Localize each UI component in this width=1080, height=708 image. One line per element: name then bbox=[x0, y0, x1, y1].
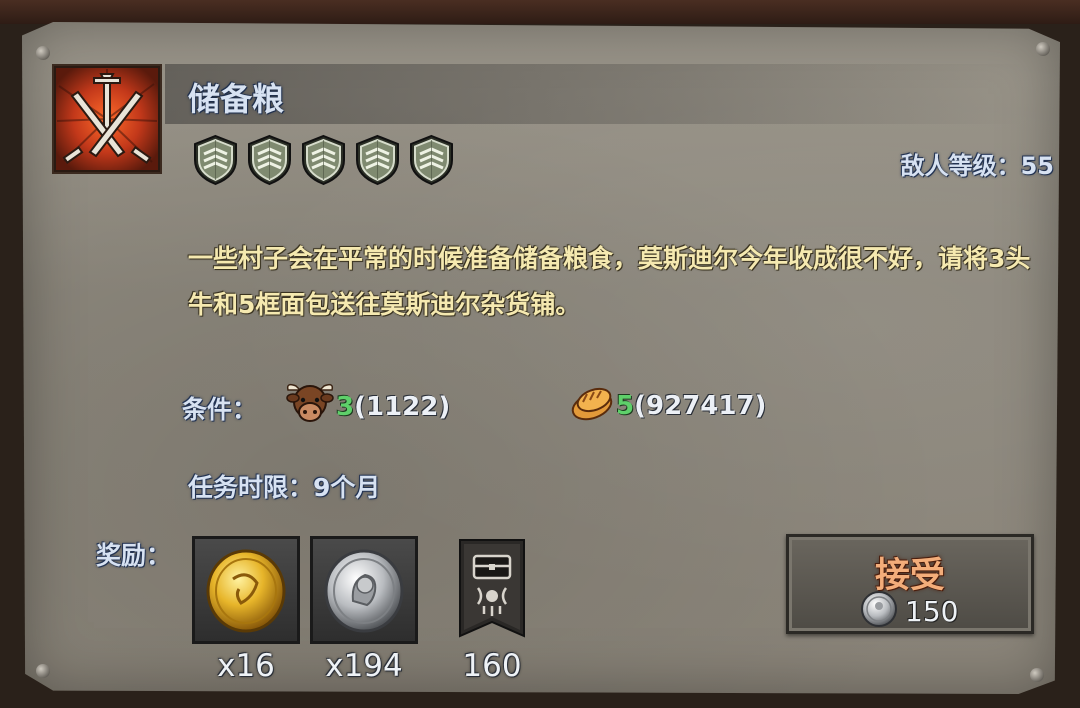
quest-description: 一些村子会在平常的时候准备储备粮食，莫斯迪尔今年收成很不好，请将3头牛和5框面包… bbox=[188, 244, 1031, 319]
condition-cow-required: 3 bbox=[336, 391, 355, 422]
difficulty-shields bbox=[192, 134, 455, 186]
rivet-bottom-left bbox=[36, 664, 50, 678]
quest-crossed-swords-icon bbox=[52, 64, 162, 174]
difficulty-shield-icon bbox=[192, 134, 239, 186]
quest-title: 储备粮 bbox=[188, 80, 285, 118]
title-band bbox=[165, 64, 1025, 124]
condition-cow: 3 (1122) bbox=[284, 380, 450, 433]
difficulty-shield-icon bbox=[300, 134, 347, 186]
accept-button[interactable]: 接受 150 bbox=[786, 534, 1034, 634]
silver-coin-icon bbox=[313, 549, 415, 645]
chest-banner-icon bbox=[458, 539, 526, 642]
reward-chest-count: 160 bbox=[462, 648, 522, 684]
enemy-level: 敌人等级：55 bbox=[900, 152, 1054, 180]
condition-cow-owned: (1122) bbox=[354, 391, 451, 422]
difficulty-shield-icon bbox=[354, 134, 401, 186]
reward-gold-coin[interactable] bbox=[192, 536, 300, 644]
cow-icon bbox=[284, 380, 336, 433]
condition-bread: 5 (927417) bbox=[568, 380, 766, 431]
reward-silver-coin[interactable] bbox=[310, 536, 418, 644]
rewards-label: 奖励： bbox=[96, 541, 172, 570]
reward-chest-banner[interactable] bbox=[458, 538, 526, 638]
conditions-label: 条件： bbox=[182, 395, 258, 424]
time-limit: 任务时限：9个月 bbox=[188, 473, 381, 502]
gold-coin-icon bbox=[195, 549, 297, 645]
rivet-top-right bbox=[1036, 42, 1050, 56]
difficulty-shield-icon bbox=[246, 134, 293, 186]
rivet-top-left bbox=[36, 46, 50, 60]
difficulty-shield-icon bbox=[408, 134, 455, 186]
bread-icon bbox=[568, 380, 616, 431]
condition-bread-owned: (927417) bbox=[634, 390, 767, 421]
condition-bread-required: 5 bbox=[616, 390, 635, 421]
wood-frame-top bbox=[0, 0, 1080, 24]
accept-cost-value: 150 bbox=[905, 594, 959, 628]
rivet-bottom-right bbox=[1030, 668, 1044, 682]
silver-coin-icon bbox=[859, 589, 899, 633]
accept-cost: 150 bbox=[859, 589, 958, 633]
reward-silver-coin-count: x194 bbox=[325, 648, 403, 684]
reward-gold-coin-count: x16 bbox=[217, 648, 275, 684]
